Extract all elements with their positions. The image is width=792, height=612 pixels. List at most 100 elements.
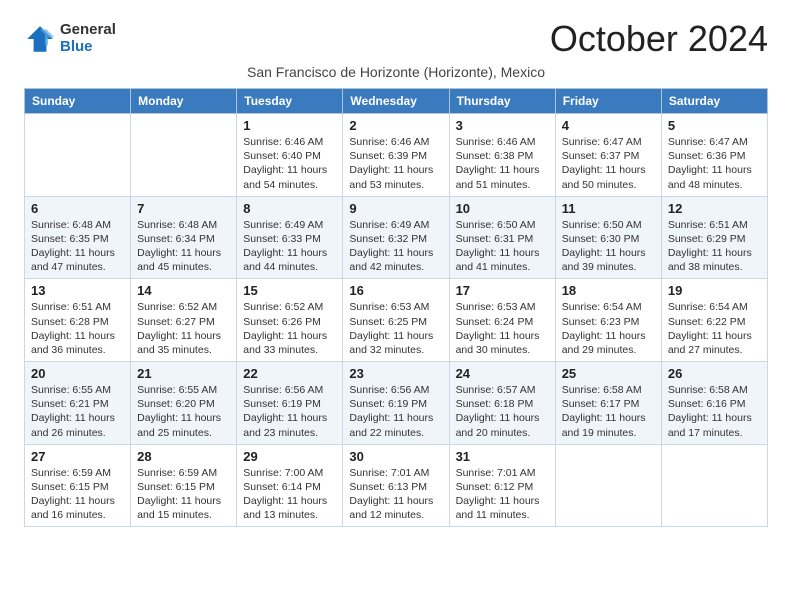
day-info: Sunrise: 6:48 AMSunset: 6:35 PMDaylight:…: [31, 218, 124, 275]
table-row: 8 Sunrise: 6:49 AMSunset: 6:33 PMDayligh…: [237, 196, 343, 279]
day-number: 28: [137, 449, 230, 464]
day-number: 19: [668, 283, 761, 298]
table-row: 6 Sunrise: 6:48 AMSunset: 6:35 PMDayligh…: [25, 196, 131, 279]
table-row: [131, 114, 237, 197]
day-info: Sunrise: 6:50 AMSunset: 6:30 PMDaylight:…: [562, 218, 655, 275]
day-info: Sunrise: 6:58 AMSunset: 6:17 PMDaylight:…: [562, 383, 655, 440]
day-info: Sunrise: 6:59 AMSunset: 6:15 PMDaylight:…: [137, 466, 230, 523]
calendar-week-row: 6 Sunrise: 6:48 AMSunset: 6:35 PMDayligh…: [25, 196, 768, 279]
table-row: 13 Sunrise: 6:51 AMSunset: 6:28 PMDaylig…: [25, 279, 131, 362]
table-row: [555, 444, 661, 527]
day-info: Sunrise: 6:50 AMSunset: 6:31 PMDaylight:…: [456, 218, 549, 275]
table-row: 23 Sunrise: 6:56 AMSunset: 6:19 PMDaylig…: [343, 362, 449, 445]
day-number: 9: [349, 201, 442, 216]
table-row: 7 Sunrise: 6:48 AMSunset: 6:34 PMDayligh…: [131, 196, 237, 279]
day-info: Sunrise: 6:53 AMSunset: 6:24 PMDaylight:…: [456, 300, 549, 357]
day-number: 10: [456, 201, 549, 216]
day-number: 12: [668, 201, 761, 216]
table-row: 28 Sunrise: 6:59 AMSunset: 6:15 PMDaylig…: [131, 444, 237, 527]
table-row: 5 Sunrise: 6:47 AMSunset: 6:36 PMDayligh…: [661, 114, 767, 197]
day-info: Sunrise: 6:51 AMSunset: 6:28 PMDaylight:…: [31, 300, 124, 357]
day-number: 13: [31, 283, 124, 298]
table-row: 18 Sunrise: 6:54 AMSunset: 6:23 PMDaylig…: [555, 279, 661, 362]
table-row: 29 Sunrise: 7:00 AMSunset: 6:14 PMDaylig…: [237, 444, 343, 527]
day-info: Sunrise: 6:54 AMSunset: 6:23 PMDaylight:…: [562, 300, 655, 357]
day-info: Sunrise: 6:55 AMSunset: 6:21 PMDaylight:…: [31, 383, 124, 440]
day-number: 14: [137, 283, 230, 298]
logo-text: General Blue: [60, 22, 116, 55]
day-info: Sunrise: 6:46 AMSunset: 6:40 PMDaylight:…: [243, 135, 336, 192]
day-info: Sunrise: 6:46 AMSunset: 6:38 PMDaylight:…: [456, 135, 549, 192]
day-number: 11: [562, 201, 655, 216]
month-title: October 2024: [550, 18, 768, 60]
table-row: 9 Sunrise: 6:49 AMSunset: 6:32 PMDayligh…: [343, 196, 449, 279]
day-number: 27: [31, 449, 124, 464]
day-info: Sunrise: 6:52 AMSunset: 6:26 PMDaylight:…: [243, 300, 336, 357]
table-row: 17 Sunrise: 6:53 AMSunset: 6:24 PMDaylig…: [449, 279, 555, 362]
calendar-week-row: 27 Sunrise: 6:59 AMSunset: 6:15 PMDaylig…: [25, 444, 768, 527]
day-info: Sunrise: 6:47 AMSunset: 6:37 PMDaylight:…: [562, 135, 655, 192]
logo-blue: Blue: [60, 39, 116, 56]
col-saturday: Saturday: [661, 89, 767, 114]
table-row: 22 Sunrise: 6:56 AMSunset: 6:19 PMDaylig…: [237, 362, 343, 445]
table-row: 1 Sunrise: 6:46 AMSunset: 6:40 PMDayligh…: [237, 114, 343, 197]
day-info: Sunrise: 7:00 AMSunset: 6:14 PMDaylight:…: [243, 466, 336, 523]
day-info: Sunrise: 6:59 AMSunset: 6:15 PMDaylight:…: [31, 466, 124, 523]
calendar-header-row: Sunday Monday Tuesday Wednesday Thursday…: [25, 89, 768, 114]
day-number: 15: [243, 283, 336, 298]
day-number: 7: [137, 201, 230, 216]
table-row: 12 Sunrise: 6:51 AMSunset: 6:29 PMDaylig…: [661, 196, 767, 279]
day-info: Sunrise: 6:48 AMSunset: 6:34 PMDaylight:…: [137, 218, 230, 275]
table-row: [25, 114, 131, 197]
col-tuesday: Tuesday: [237, 89, 343, 114]
table-row: 3 Sunrise: 6:46 AMSunset: 6:38 PMDayligh…: [449, 114, 555, 197]
day-number: 17: [456, 283, 549, 298]
logo-general: General: [60, 22, 116, 39]
day-number: 1: [243, 118, 336, 133]
table-row: 21 Sunrise: 6:55 AMSunset: 6:20 PMDaylig…: [131, 362, 237, 445]
day-info: Sunrise: 6:58 AMSunset: 6:16 PMDaylight:…: [668, 383, 761, 440]
day-number: 23: [349, 366, 442, 381]
day-number: 16: [349, 283, 442, 298]
day-number: 2: [349, 118, 442, 133]
day-number: 30: [349, 449, 442, 464]
day-info: Sunrise: 6:55 AMSunset: 6:20 PMDaylight:…: [137, 383, 230, 440]
day-info: Sunrise: 6:51 AMSunset: 6:29 PMDaylight:…: [668, 218, 761, 275]
day-info: Sunrise: 7:01 AMSunset: 6:13 PMDaylight:…: [349, 466, 442, 523]
day-info: Sunrise: 6:53 AMSunset: 6:25 PMDaylight:…: [349, 300, 442, 357]
day-info: Sunrise: 6:47 AMSunset: 6:36 PMDaylight:…: [668, 135, 761, 192]
day-info: Sunrise: 6:46 AMSunset: 6:39 PMDaylight:…: [349, 135, 442, 192]
table-row: 20 Sunrise: 6:55 AMSunset: 6:21 PMDaylig…: [25, 362, 131, 445]
day-info: Sunrise: 6:56 AMSunset: 6:19 PMDaylight:…: [243, 383, 336, 440]
day-number: 4: [562, 118, 655, 133]
calendar-week-row: 20 Sunrise: 6:55 AMSunset: 6:21 PMDaylig…: [25, 362, 768, 445]
table-row: 19 Sunrise: 6:54 AMSunset: 6:22 PMDaylig…: [661, 279, 767, 362]
logo-icon: [24, 23, 56, 55]
table-row: 30 Sunrise: 7:01 AMSunset: 6:13 PMDaylig…: [343, 444, 449, 527]
day-number: 8: [243, 201, 336, 216]
table-row: 14 Sunrise: 6:52 AMSunset: 6:27 PMDaylig…: [131, 279, 237, 362]
day-info: Sunrise: 6:56 AMSunset: 6:19 PMDaylight:…: [349, 383, 442, 440]
day-number: 29: [243, 449, 336, 464]
col-wednesday: Wednesday: [343, 89, 449, 114]
calendar-week-row: 13 Sunrise: 6:51 AMSunset: 6:28 PMDaylig…: [25, 279, 768, 362]
day-number: 5: [668, 118, 761, 133]
table-row: 2 Sunrise: 6:46 AMSunset: 6:39 PMDayligh…: [343, 114, 449, 197]
table-row: 31 Sunrise: 7:01 AMSunset: 6:12 PMDaylig…: [449, 444, 555, 527]
day-info: Sunrise: 6:52 AMSunset: 6:27 PMDaylight:…: [137, 300, 230, 357]
table-row: [661, 444, 767, 527]
col-friday: Friday: [555, 89, 661, 114]
table-row: 24 Sunrise: 6:57 AMSunset: 6:18 PMDaylig…: [449, 362, 555, 445]
day-number: 31: [456, 449, 549, 464]
day-info: Sunrise: 7:01 AMSunset: 6:12 PMDaylight:…: [456, 466, 549, 523]
table-row: 25 Sunrise: 6:58 AMSunset: 6:17 PMDaylig…: [555, 362, 661, 445]
table-row: 10 Sunrise: 6:50 AMSunset: 6:31 PMDaylig…: [449, 196, 555, 279]
title-block: October 2024: [550, 18, 768, 60]
page: General Blue October 2024 San Francisco …: [0, 0, 792, 545]
col-thursday: Thursday: [449, 89, 555, 114]
day-info: Sunrise: 6:49 AMSunset: 6:33 PMDaylight:…: [243, 218, 336, 275]
day-number: 6: [31, 201, 124, 216]
day-info: Sunrise: 6:49 AMSunset: 6:32 PMDaylight:…: [349, 218, 442, 275]
day-info: Sunrise: 6:57 AMSunset: 6:18 PMDaylight:…: [456, 383, 549, 440]
day-number: 22: [243, 366, 336, 381]
